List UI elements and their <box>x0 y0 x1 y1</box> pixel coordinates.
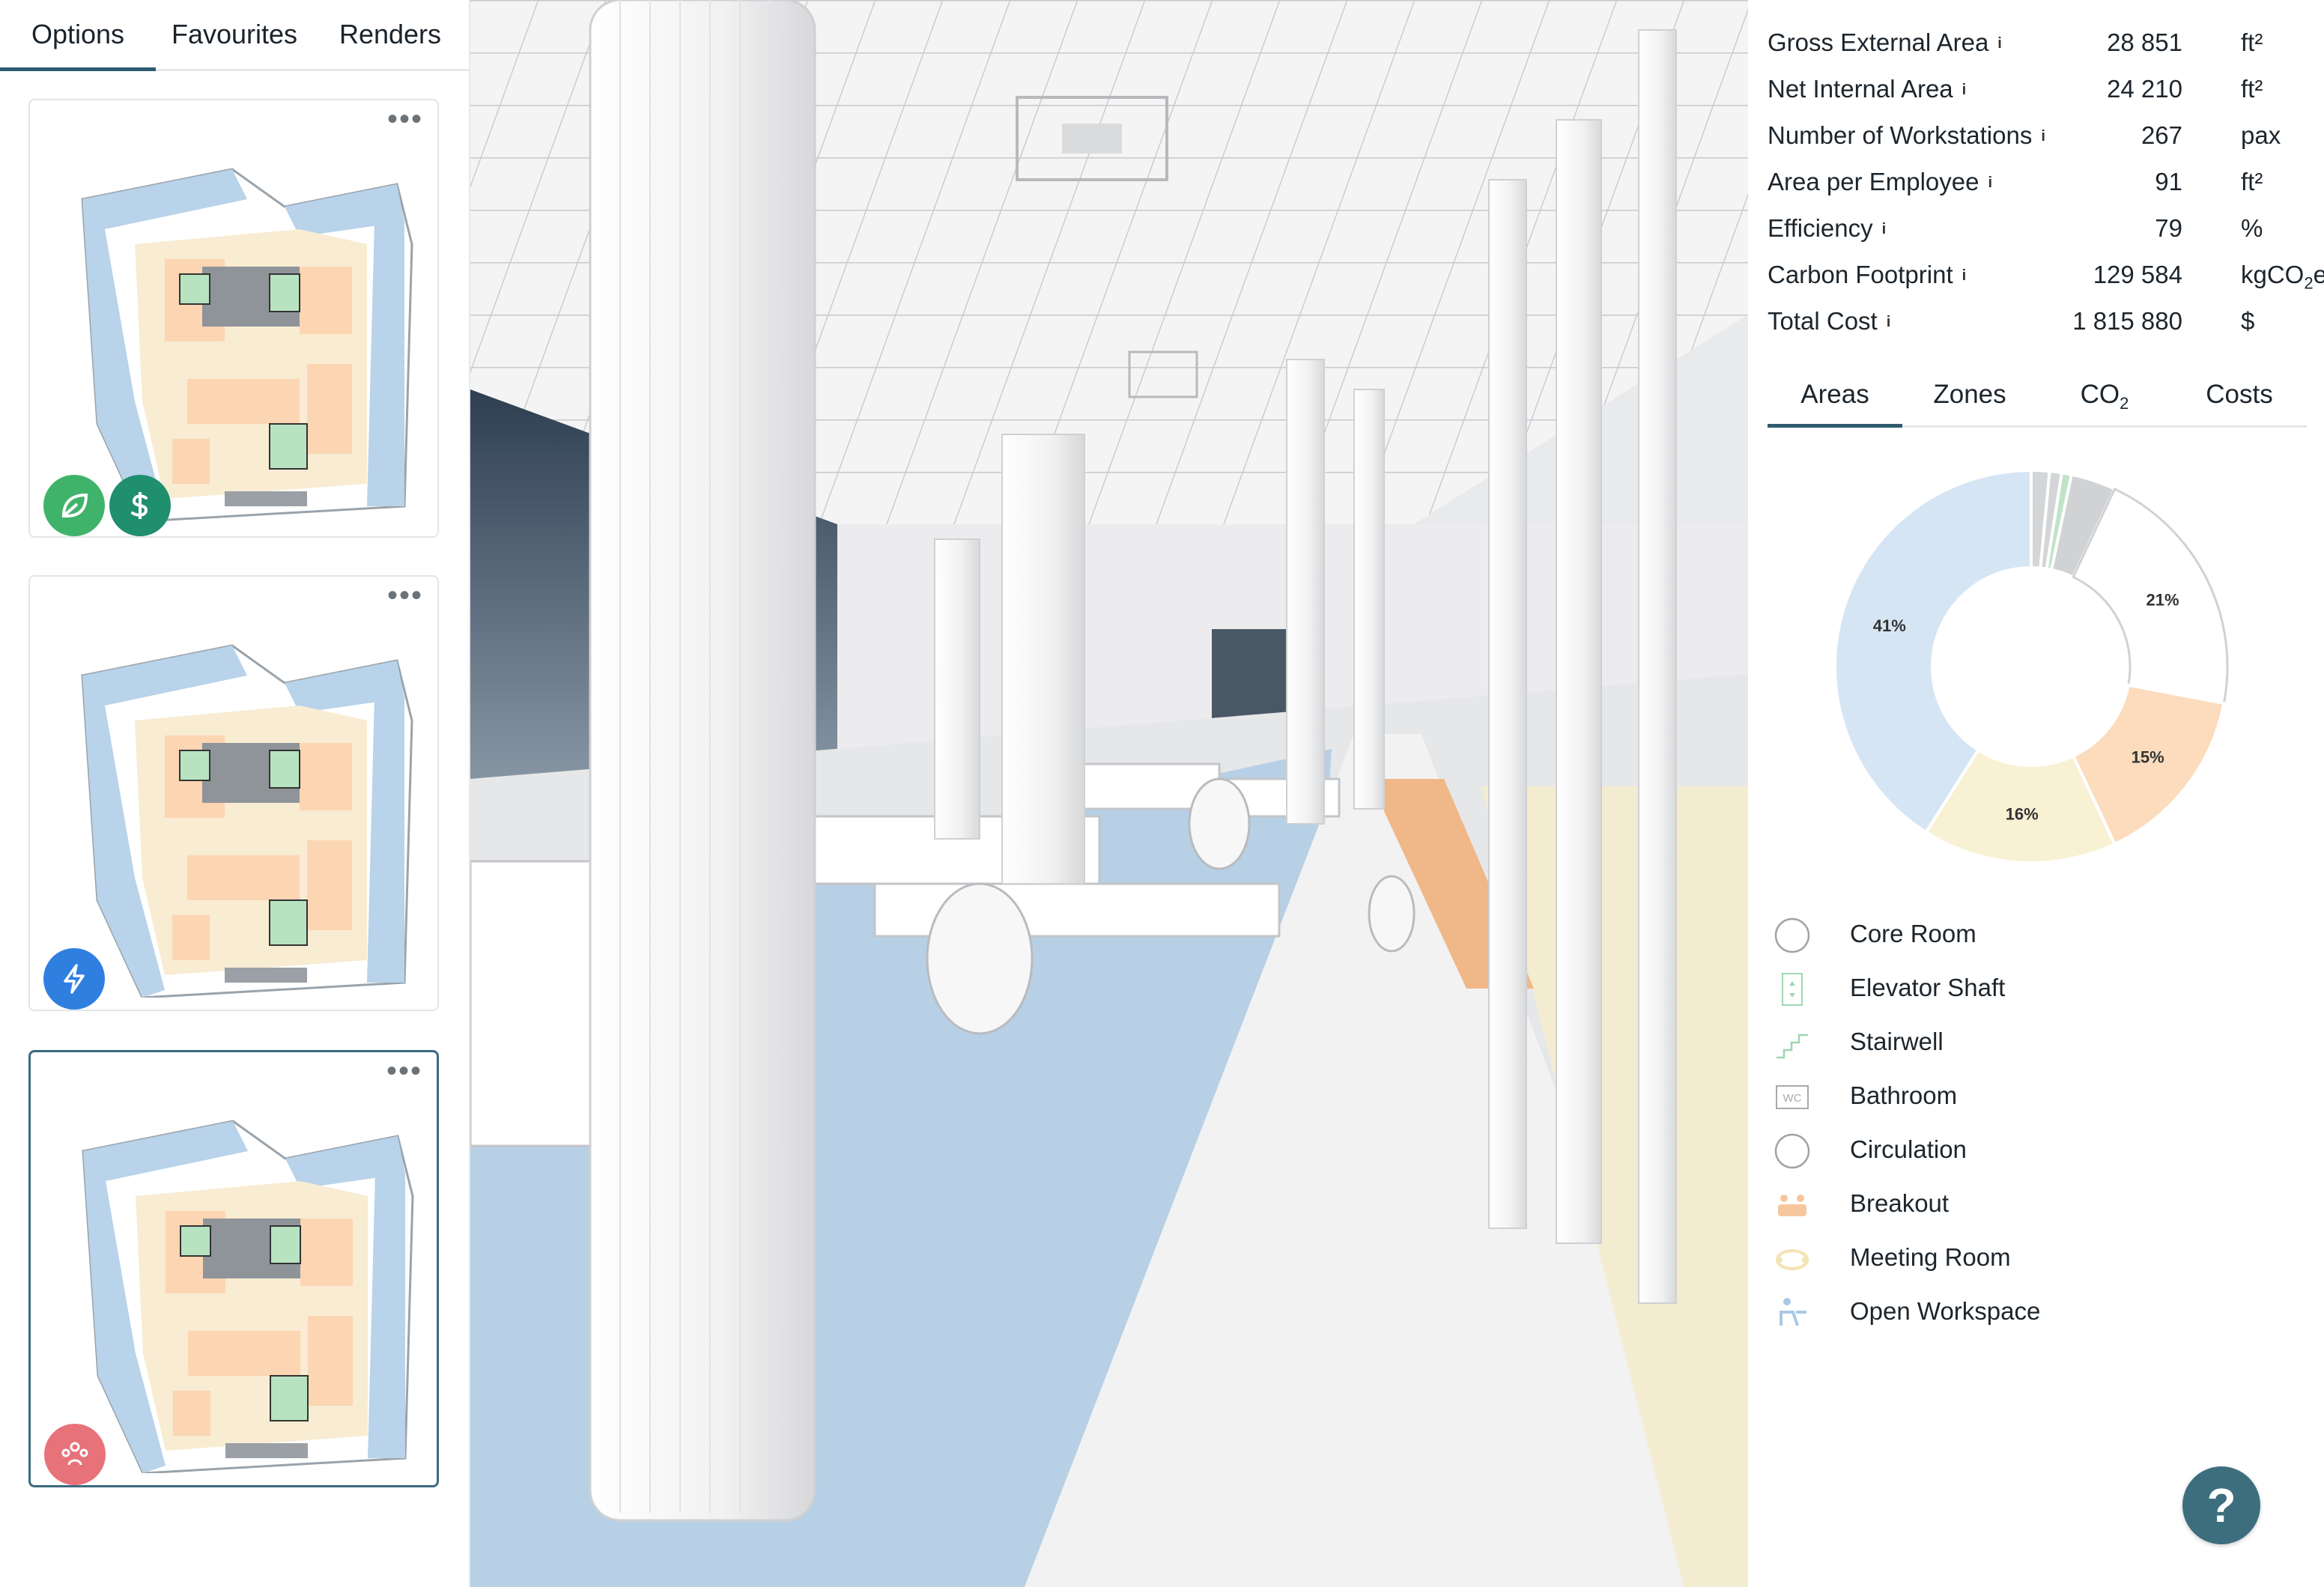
legend-core-room[interactable]: Core Room <box>1772 911 2251 956</box>
leaf-icon <box>43 475 105 536</box>
metric-value: 24 210 <box>2107 75 2182 103</box>
metric-unit: ft² <box>2241 75 2263 103</box>
metric-net-internal-area: Net Internal Area i 24 210 ft² <box>1768 67 2322 109</box>
info-icon[interactable]: i <box>1887 314 1891 330</box>
dollar-icon <box>109 475 171 536</box>
legend-bathroom[interactable]: WC Bathroom <box>1772 1072 2251 1117</box>
legend-label: Meeting Room <box>1850 1243 2011 1271</box>
floorplan-thumbnail <box>81 168 413 521</box>
donut-percent-label: 15% <box>2132 748 2164 767</box>
metric-unit: $ <box>2241 307 2255 335</box>
legend-label: Circulation <box>1850 1135 1967 1163</box>
metric-area-per-employee: Area per Employee i 91 ft² <box>1768 160 2322 202</box>
legend-label: Core Room <box>1850 920 1976 947</box>
circle-outline-icon <box>1774 917 1810 953</box>
option-card-2[interactable]: ••• <box>28 575 439 1011</box>
legend-meeting-room[interactable]: Meeting Room <box>1772 1234 2251 1279</box>
metric-value: 28 851 <box>2107 28 2182 56</box>
info-icon[interactable]: i <box>1962 82 1967 98</box>
office-render-image <box>470 0 1748 1587</box>
info-icon[interactable]: i <box>1997 35 2002 52</box>
donut-percent-label: 41% <box>1873 616 1906 635</box>
tab-favourites[interactable]: Favourites <box>156 12 313 57</box>
metric-label: Area per Employee <box>1768 168 1979 195</box>
card-menu-button[interactable]: ••• <box>386 1056 423 1088</box>
metric-efficiency: Efficiency i 79 % <box>1768 207 2322 249</box>
options-panel: Options Favourites Renders ••• ••• ••• <box>0 0 470 1587</box>
metric-label: Number of Workstations <box>1768 121 2033 149</box>
metric-carbon-footprint: Carbon Footprint i 129 584 kgCO2e <box>1768 253 2324 295</box>
legend-label: Stairwell <box>1850 1028 1944 1055</box>
legend-label: Open Workspace <box>1850 1297 2041 1325</box>
metric-label: Total Cost <box>1768 307 1878 335</box>
option-card-1[interactable]: ••• <box>28 99 439 538</box>
metric-total-cost: Total Cost i 1 815 880 $ <box>1768 300 2322 342</box>
metric-unit: ft² <box>2241 28 2263 56</box>
stairs-icon <box>1777 1034 1808 1059</box>
legend-stairwell[interactable]: Stairwell <box>1772 1019 2251 1063</box>
legend-circulation[interactable]: Circulation <box>1772 1126 2251 1171</box>
metric-value: 91 <box>2155 168 2182 195</box>
legend-elevator-shaft[interactable]: Elevator Shaft <box>1772 965 2251 1010</box>
metric-gross-external-area: Gross External Area i 28 851 ft² <box>1768 21 2322 63</box>
card-menu-button[interactable]: ••• <box>386 580 424 613</box>
legend-label: Breakout <box>1850 1189 1950 1217</box>
metric-label: Net Internal Area <box>1768 75 1953 103</box>
option-card-3[interactable]: ••• <box>28 1050 439 1487</box>
metric-workstations: Number of Workstations i 267 pax <box>1768 114 2322 156</box>
donut-percent-label: 21% <box>2146 591 2179 610</box>
card-menu-button[interactable]: ••• <box>386 104 424 136</box>
info-icon[interactable]: i <box>1988 175 1992 191</box>
metric-label: Gross External Area <box>1768 28 1989 56</box>
meeting-icon <box>1776 1249 1809 1270</box>
metric-label: Efficiency <box>1768 214 1873 242</box>
wc-icon: WC <box>1776 1085 1809 1109</box>
tab-zones[interactable]: Zones <box>1902 374 2037 415</box>
lightning-icon <box>43 948 105 1010</box>
left-tab-bar: Options Favourites Renders <box>0 0 469 71</box>
legend-open-workspace[interactable]: Open Workspace <box>1772 1288 2251 1333</box>
metric-value: 129 584 <box>2093 261 2182 288</box>
elevator-icon <box>1782 973 1803 1006</box>
metrics-panel: Gross External Area i 28 851 ft² Net Inte… <box>1750 0 2324 1587</box>
metric-unit: pax <box>2241 121 2281 149</box>
circle-outline-icon <box>1774 1133 1810 1169</box>
tab-co2[interactable]: CO2 <box>2037 374 2172 415</box>
legend-label: Bathroom <box>1850 1081 1958 1109</box>
metric-value: 267 <box>2141 121 2182 149</box>
workspace-icon <box>1780 1298 1806 1326</box>
donut-percent-label: 16% <box>2006 805 2039 824</box>
areas-donut-chart[interactable]: 21% 15% 16% 41% <box>1829 464 2233 869</box>
metric-unit: % <box>2241 214 2263 242</box>
legend-breakout[interactable]: Breakout <box>1772 1180 2251 1225</box>
office-render-viewport[interactable] <box>470 0 1748 1587</box>
tab-areas[interactable]: Areas <box>1768 374 1902 428</box>
info-icon[interactable]: i <box>2041 128 2045 145</box>
info-icon[interactable]: i <box>1882 221 1887 237</box>
tab-options[interactable]: Options <box>0 12 156 71</box>
metric-value: 79 <box>2155 214 2182 242</box>
tab-costs[interactable]: Costs <box>2172 374 2307 415</box>
metric-value: 1 815 880 <box>2072 307 2182 335</box>
info-icon[interactable]: i <box>1962 267 1967 284</box>
floorplan-thumbnail <box>81 644 413 998</box>
metric-label: Carbon Footprint <box>1768 261 1953 288</box>
breakdown-tab-bar: Areas Zones CO2 Costs <box>1768 365 2307 428</box>
legend-label: Elevator Shaft <box>1850 974 2006 1001</box>
breakout-icon <box>1778 1195 1806 1216</box>
tab-renders[interactable]: Renders <box>319 12 461 57</box>
people-icon <box>44 1424 106 1485</box>
metric-unit: ft² <box>2241 168 2263 195</box>
floorplan-thumbnail <box>82 1120 414 1473</box>
metric-unit: kgCO2e <box>2241 261 2324 293</box>
svg-text:WC: WC <box>1783 1092 1802 1105</box>
help-button[interactable]: ? <box>2182 1466 2260 1544</box>
